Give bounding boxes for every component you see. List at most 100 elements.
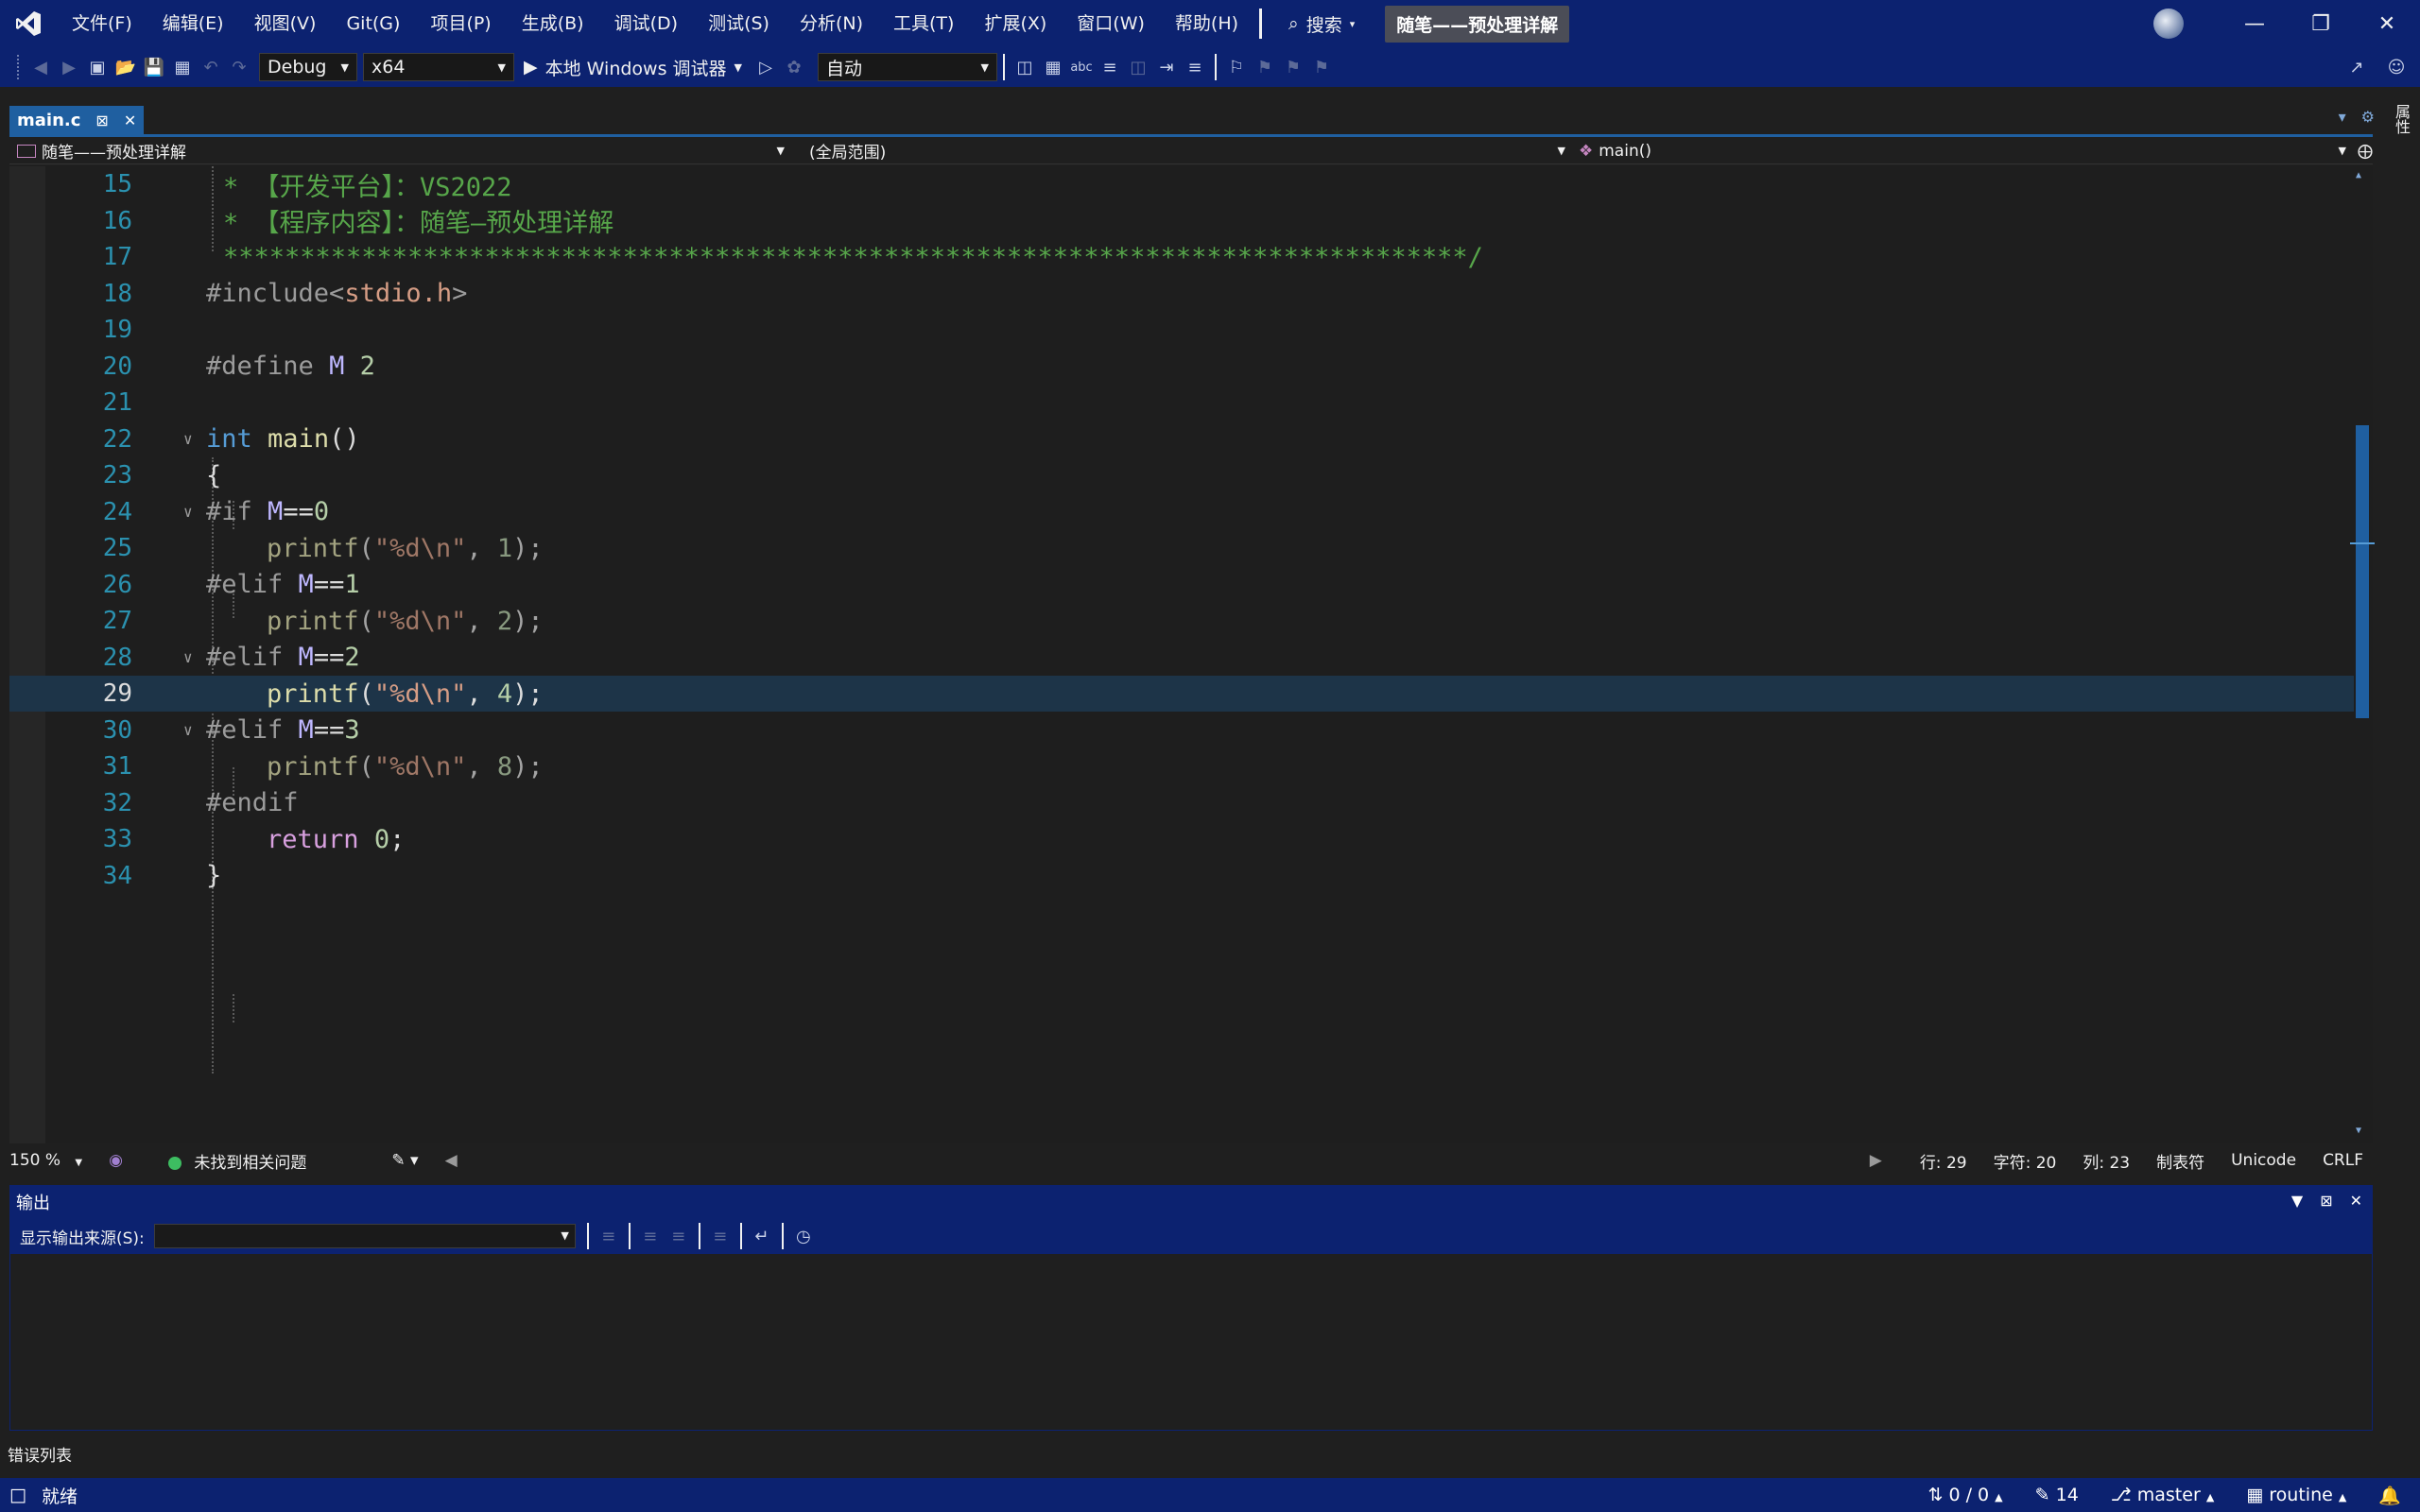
pin-icon[interactable]: ⊠ [95, 112, 108, 129]
format-icon[interactable]: ≡ [1096, 53, 1124, 81]
menu-debug[interactable]: 调试(D) [599, 0, 693, 47]
pin-icon[interactable]: ⊠ [2320, 1192, 2332, 1210]
scroll-left-icon[interactable]: ◀ [445, 1151, 458, 1170]
feedback-icon[interactable]: ☺ [2382, 53, 2411, 81]
split-editor-icon[interactable]: ⨁ [2358, 142, 2373, 160]
window-layout-icon[interactable]: ▦ [1039, 53, 1067, 81]
code-line[interactable]: 34} [9, 858, 2354, 894]
vertical-scrollbar[interactable]: ▲ ▼ [2350, 170, 2375, 1136]
output-window-icon[interactable]: □ [9, 1485, 26, 1505]
scroll-up-icon[interactable]: ▲ [2356, 170, 2361, 180]
copilot-icon[interactable]: ◉ [109, 1151, 123, 1170]
share-icon[interactable]: ↗ [2342, 53, 2371, 81]
member-select[interactable]: ❖ main() ▼ [1571, 138, 2352, 164]
issues-indicator[interactable]: 未找到相关问题 [167, 1149, 306, 1173]
menu-analyze[interactable]: 分析(N) [785, 0, 878, 47]
save-all-icon[interactable]: ▦ [168, 53, 197, 81]
code-line[interactable]: 24 ∨ #if M==0 [9, 494, 2354, 530]
indent-mode-indicator[interactable]: 制表符 [2156, 1149, 2204, 1173]
fold-toggle-icon[interactable]: ∨ [183, 430, 193, 448]
chevron-down-icon[interactable]: ▼ [2291, 1192, 2303, 1210]
comment-icon[interactable]: ≡ [1181, 53, 1209, 81]
code-line[interactable]: 20 #define M 2 [9, 349, 2354, 385]
fold-toggle-icon[interactable]: ∨ [183, 648, 193, 666]
scope-select[interactable]: (全局范围) ▼ [790, 138, 1571, 164]
code-line[interactable]: 19 [9, 312, 2354, 348]
code-line[interactable]: 26 #elif M==1 [9, 567, 2354, 603]
compare-icon[interactable]: ◫ [1124, 53, 1152, 81]
prev-message-icon[interactable]: ≡ [636, 1222, 665, 1250]
prev-bookmark-icon[interactable]: ⚑ [1251, 53, 1279, 81]
account-avatar[interactable] [2153, 9, 2184, 39]
code-line[interactable]: 15 * 【开发平台】：VS2022 [9, 166, 2354, 202]
clear-bookmarks-icon[interactable]: ⚑ [1307, 53, 1336, 81]
tab-main-c[interactable]: main.c ⊠ ✕ [9, 106, 145, 134]
menu-git[interactable]: Git(G) [331, 0, 415, 47]
encoding-indicator[interactable]: Unicode [2231, 1151, 2296, 1170]
undo-icon[interactable]: ↶ [197, 53, 225, 81]
code-editor[interactable]: 15 * 【开发平台】：VS2022 16 * 【程序内容】：随笔—预处理详解 17 **… [9, 166, 2375, 1143]
search-box[interactable]: ⌕ 搜索 ▾ [1275, 0, 1368, 47]
minimize-button[interactable]: — [2221, 0, 2288, 47]
scroll-right-icon[interactable]: ▶ [1870, 1151, 1882, 1170]
new-project-icon[interactable]: ▣ [83, 53, 112, 81]
code-line[interactable]: 22 ∨ int main() [9, 421, 2354, 457]
next-bookmark-icon[interactable]: ⚑ [1279, 53, 1307, 81]
scroll-down-icon[interactable]: ▼ [2356, 1125, 2361, 1136]
tab-list-icon[interactable]: ▾ [2339, 108, 2346, 126]
start-debugging-button[interactable]: ▶ 本地 Windows 调试器 ▼ [514, 55, 752, 80]
code-line[interactable]: 28 ∨ #elif M==2 [9, 640, 2354, 676]
code-line[interactable]: 23 { [9, 457, 2354, 493]
find-message-icon[interactable]: ≡ [595, 1222, 623, 1250]
solution-explorer-icon[interactable]: ◫ [1011, 53, 1039, 81]
close-icon[interactable]: ✕ [2350, 1192, 2362, 1210]
navigate-back-icon[interactable]: ◀ [26, 53, 55, 81]
menu-view[interactable]: 视图(V) [239, 0, 332, 47]
save-icon[interactable]: 💾 [140, 53, 168, 81]
git-repo-indicator[interactable]: ▦ routine ▲ [2246, 1485, 2346, 1505]
menu-file[interactable]: 文件(F) [57, 0, 147, 47]
toolbar-grip[interactable] [17, 55, 21, 79]
restore-button[interactable]: ❐ [2288, 0, 2354, 47]
git-sync-indicator[interactable]: ⇅ 0 / 0 ▲ [1927, 1485, 2002, 1505]
platform-select[interactable]: x64 ▼ [363, 53, 514, 81]
menu-test[interactable]: 测试(S) [693, 0, 785, 47]
code-line[interactable]: 29 printf("%d\n", 4); [9, 676, 2354, 712]
menu-help[interactable]: 帮助(H) [1160, 0, 1253, 47]
spell-check-icon[interactable]: abc [1067, 53, 1096, 81]
menu-edit[interactable]: 编辑(E) [147, 0, 239, 47]
menu-tools[interactable]: 工具(T) [878, 0, 969, 47]
navigate-forward-icon[interactable]: ▶ [55, 53, 83, 81]
code-line[interactable]: 25 printf("%d\n", 1); [9, 530, 2354, 566]
zoom-select[interactable]: 150 % ▼ [9, 1151, 82, 1170]
col-indicator[interactable]: 列: 23 [2083, 1149, 2130, 1173]
line-indicator[interactable]: 行: 29 [1920, 1149, 1967, 1173]
fold-toggle-icon[interactable]: ∨ [183, 503, 193, 521]
code-line[interactable]: 18 #include<stdio.h> [9, 276, 2354, 312]
code-cleanup-icon[interactable]: ✎ ▾ [391, 1151, 418, 1170]
code-line[interactable]: 21 [9, 385, 2354, 421]
char-indicator[interactable]: 字符: 20 [1994, 1149, 2057, 1173]
line-ending-indicator[interactable]: CRLF [2323, 1151, 2363, 1170]
close-window-button[interactable]: ✕ [2354, 0, 2420, 47]
menu-window[interactable]: 窗口(W) [1062, 0, 1160, 47]
start-without-debugging-icon[interactable]: ▷ [752, 53, 780, 81]
menu-extensions[interactable]: 扩展(X) [969, 0, 1062, 47]
code-line[interactable]: 31 printf("%d\n", 8); [9, 748, 2354, 784]
code-line[interactable]: 33 return 0; [9, 821, 2354, 857]
menu-build[interactable]: 生成(B) [507, 0, 599, 47]
open-file-icon[interactable]: 📂 [112, 53, 140, 81]
fold-toggle-icon[interactable]: ∨ [183, 721, 193, 739]
code-line[interactable]: 32 #endif [9, 785, 2354, 821]
scrollbar-thumb[interactable] [2356, 425, 2369, 718]
code-line[interactable]: 30 ∨ #elif M==3 [9, 713, 2354, 748]
clear-all-icon[interactable]: ≡ [706, 1222, 735, 1250]
redo-icon[interactable]: ↷ [225, 53, 253, 81]
notification-bell-icon[interactable]: 🔔 [2378, 1485, 2401, 1506]
tab-error-list[interactable]: 错误列表 [8, 1442, 72, 1466]
bookmark-icon[interactable]: ⚐ [1222, 53, 1251, 81]
code-line[interactable]: 27 printf("%d\n", 2); [9, 603, 2354, 639]
properties-panel-tab[interactable]: 属性 [2390, 104, 2412, 134]
code-line[interactable]: 16 * 【程序内容】：随笔—预处理详解 [9, 203, 2354, 239]
word-wrap-icon[interactable]: ↵ [748, 1222, 776, 1250]
